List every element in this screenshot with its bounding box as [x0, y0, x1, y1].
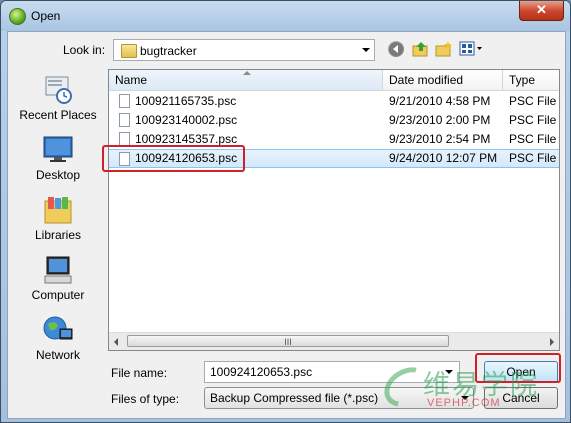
file-type: PSC File	[509, 94, 557, 108]
file-type: PSC File	[509, 113, 557, 127]
watermark-logo: 维易学院 VEPHP.COM	[377, 359, 565, 419]
place-label: Libraries	[34, 228, 82, 242]
column-header-date[interactable]: Date modified	[383, 70, 503, 90]
place-computer[interactable]: Computer	[8, 255, 108, 302]
file-row[interactable]: 100923140002.psc 9/23/2010 2:00 PM PSC F…	[109, 111, 559, 130]
sort-ascending-icon	[243, 71, 251, 75]
title-bar: Open ✕	[1, 1, 570, 31]
place-label: Recent Places	[19, 108, 97, 122]
look-in-combo[interactable]: bugtracker	[113, 39, 375, 61]
places-bar: Recent Places Desktop Libraries Computer	[8, 69, 104, 389]
column-header-type[interactable]: Type	[503, 70, 559, 90]
window-title: Open	[31, 9, 61, 23]
file-list[interactable]: Name Date modified Type 100921165735.psc…	[108, 69, 560, 351]
column-label: Type	[509, 73, 536, 87]
new-folder-icon[interactable]	[435, 41, 452, 57]
place-label: Network	[35, 348, 80, 362]
look-in-label: Look in:	[63, 43, 106, 57]
recent-places-icon	[42, 75, 74, 105]
column-label: Date modified	[389, 73, 464, 87]
folder-icon	[121, 44, 137, 58]
open-dialog: Open ✕ Look in: bugtracker Recent Places…	[0, 0, 571, 423]
watermark-url: VEPHP.COM	[427, 397, 501, 409]
back-icon[interactable]	[388, 41, 404, 57]
column-label: Name	[115, 73, 148, 87]
look-in-value: bugtracker	[140, 44, 197, 58]
place-network[interactable]: Network	[8, 315, 108, 362]
file-date: 9/21/2010 4:58 PM	[389, 94, 491, 108]
scroll-left-icon[interactable]	[114, 338, 118, 346]
place-libraries[interactable]: Libraries	[8, 195, 108, 242]
place-label: Computer	[31, 288, 85, 302]
horizontal-scrollbar[interactable]: III	[109, 332, 559, 350]
file-date: 9/23/2010 2:00 PM	[389, 113, 491, 127]
computer-icon	[42, 255, 74, 285]
file-icon	[119, 94, 130, 108]
close-button[interactable]: ✕	[519, 1, 564, 21]
file-date: 9/24/2010 12:07 PM	[389, 151, 498, 165]
file-type: PSC File	[509, 132, 557, 146]
file-type: PSC File	[509, 151, 557, 165]
network-icon	[42, 315, 74, 345]
file-name-label: File name:	[111, 366, 168, 380]
scroll-right-icon[interactable]	[550, 338, 554, 346]
highlight-box-selected-file	[102, 145, 245, 172]
place-desktop[interactable]: Desktop	[8, 135, 108, 182]
file-icon	[119, 132, 130, 146]
chevron-down-icon	[362, 48, 370, 52]
file-icon	[119, 113, 130, 127]
file-date: 9/23/2010 2:54 PM	[389, 132, 491, 146]
libraries-icon	[42, 195, 74, 225]
file-list-header: Name Date modified Type	[109, 70, 559, 91]
place-label: Desktop	[35, 168, 81, 182]
column-header-name[interactable]: Name	[109, 70, 383, 90]
file-name: 100921165735.psc	[135, 94, 237, 108]
file-type-label: Files of type:	[111, 392, 180, 406]
file-row[interactable]: 100921165735.psc 9/21/2010 4:58 PM PSC F…	[109, 92, 559, 111]
scrollbar-thumb[interactable]: III	[127, 335, 449, 347]
up-folder-icon[interactable]	[412, 41, 428, 57]
view-menu-icon[interactable]	[459, 41, 483, 57]
place-recent-places[interactable]: Recent Places	[8, 75, 108, 122]
app-icon	[9, 8, 26, 25]
desktop-icon	[42, 135, 74, 165]
file-name: 100923140002.psc	[135, 113, 238, 127]
